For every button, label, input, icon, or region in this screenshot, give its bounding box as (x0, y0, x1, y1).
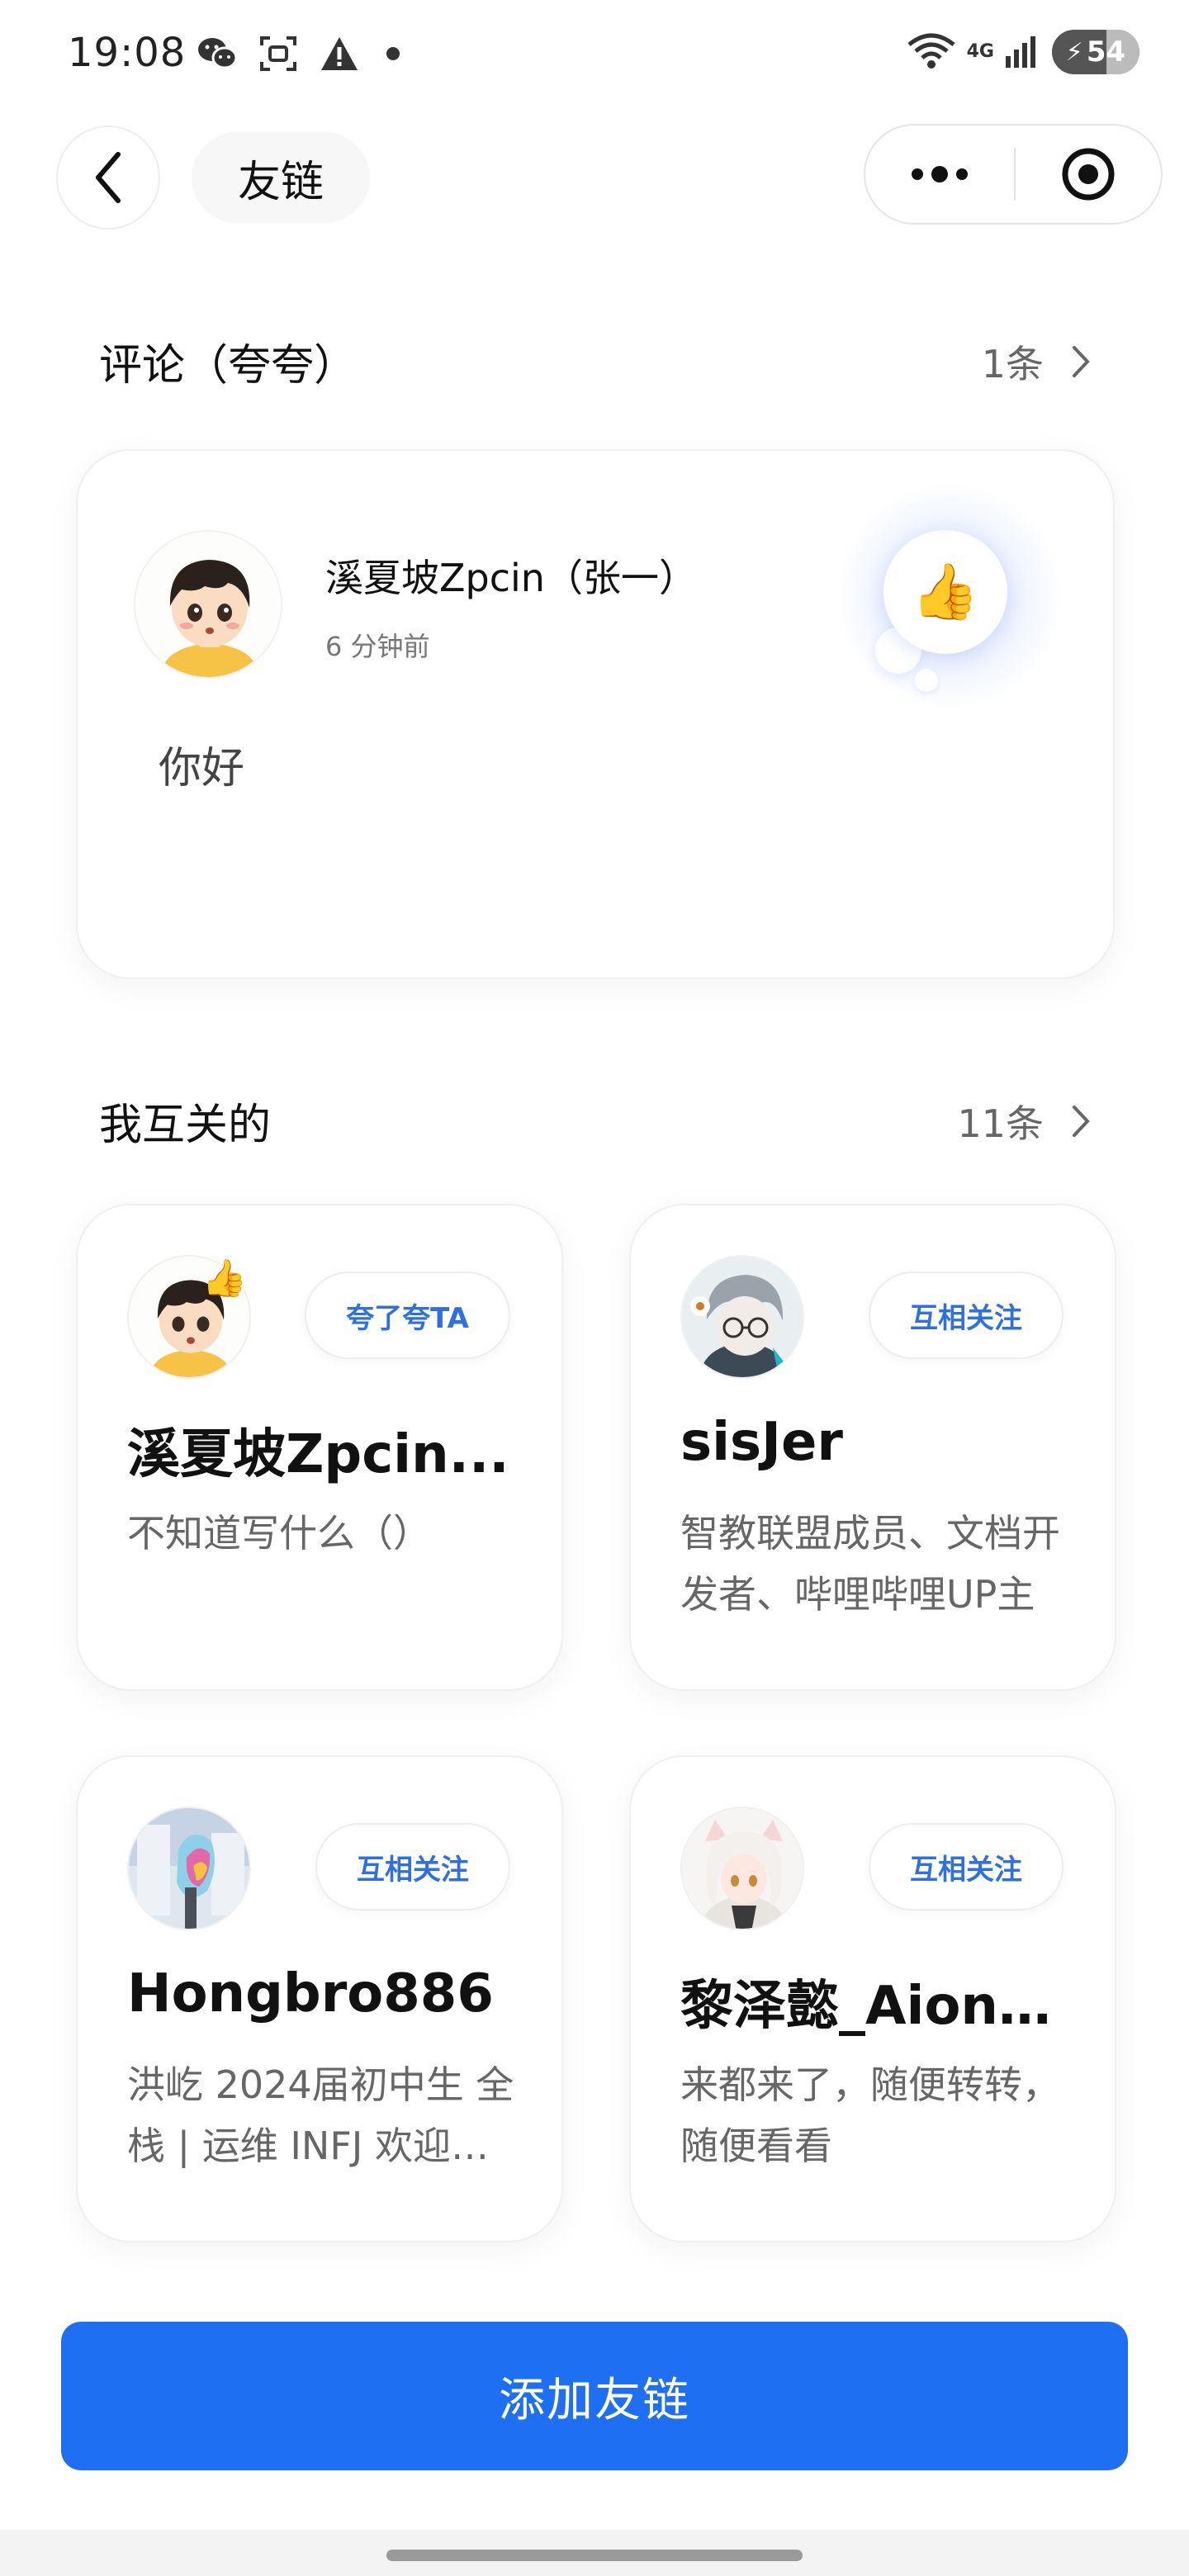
network-type: 4G (966, 41, 994, 62)
chevron-right-icon (1073, 1105, 1090, 1137)
chevron-right-icon (1073, 345, 1090, 377)
friend-description: 来都来了，随便转转，随便看看 (680, 2062, 1060, 2168)
friend-name: 溪夏坡Zpcin... (127, 1424, 509, 1485)
add-link-label: 添加友链 (499, 2373, 690, 2426)
friend-description: 洪屹 2024届初中生 全栈 | 运维 INFJ 欢迎交流 (127, 2062, 514, 2168)
chevron-left-icon (96, 152, 121, 203)
comments-count[interactable]: 1条 (982, 334, 1090, 389)
friend-name: sisJer (680, 1412, 843, 1473)
mutual-section-title: 我互关的 (99, 1101, 272, 1150)
comment-card[interactable]: 溪夏坡Zpcin（张一） 6 分钟前 你好 👍 (76, 449, 1115, 979)
friend-name: 黎泽懿_Aionfl... (680, 1976, 1077, 2037)
status-badge[interactable]: 夸了夸TA (305, 1271, 510, 1359)
friend-card[interactable]: 互相关注 sisJer 智教联盟成员、文档开发者、哔哩哔哩UP主 (629, 1204, 1116, 1691)
friend-name: Hongbro886 (127, 1963, 494, 2024)
mutual-count[interactable]: 11条 (957, 1094, 1090, 1148)
warning-icon (319, 33, 360, 74)
friend-description: 不知道写什么（） (127, 1511, 431, 1556)
scan-icon (258, 33, 299, 74)
friend-description: 智教联盟成员、文档开发者、哔哩哔哩UP主 (680, 1511, 1060, 1617)
home-indicator[interactable] (386, 2550, 803, 2561)
more-button[interactable] (865, 125, 1014, 223)
back-button[interactable] (56, 125, 160, 230)
wifi-icon (906, 31, 957, 73)
page-title-pill: 友链 (192, 132, 371, 223)
comments-section-header[interactable]: 评论（夸夸） 1条 (99, 330, 1090, 392)
battery-icon: ⚡ 54 (1052, 30, 1139, 74)
comment-text: 你好 (159, 744, 245, 793)
dot-icon (386, 47, 400, 60)
signal-icon (1004, 31, 1042, 73)
more-dots-icon (912, 168, 923, 180)
like-bubble[interactable]: 👍 (834, 481, 1065, 712)
avatar[interactable] (680, 1255, 804, 1379)
friend-card[interactable]: 互相关注 Hongbro886 洪屹 2024届初中生 全栈 | 运维 INFJ… (76, 1755, 563, 2242)
status-bar: 19:08 4G ⚡ 54 (0, 0, 1189, 107)
target-close-icon (1062, 148, 1115, 201)
battery-level: 54 (1086, 36, 1126, 69)
status-badge[interactable]: 互相关注 (869, 1823, 1063, 1911)
avatar[interactable] (680, 1807, 804, 1930)
avatar[interactable] (134, 530, 282, 679)
page-title: 友链 (238, 157, 324, 207)
thumbs-up-icon: 👍 (201, 1257, 248, 1300)
comments-section-title: 评论（夸夸） (99, 341, 358, 391)
close-button[interactable] (1016, 125, 1161, 223)
status-icons-left (197, 33, 400, 74)
status-time: 19:08 (68, 30, 187, 76)
comment-author[interactable]: 溪夏坡Zpcin（张一） (325, 548, 697, 603)
friend-card[interactable]: 👍 夸了夸TA 溪夏坡Zpcin... 不知道写什么（） (76, 1204, 563, 1691)
status-badge[interactable]: 互相关注 (315, 1823, 510, 1911)
comment-timestamp: 6 分钟前 (325, 631, 430, 662)
mutual-section-header[interactable]: 我互关的 11条 (99, 1090, 1090, 1152)
status-icons-right: 4G ⚡ 54 (906, 30, 1139, 74)
wechat-icon (197, 33, 238, 74)
mini-program-capsule (864, 124, 1163, 225)
add-link-button[interactable]: 添加友链 (61, 2322, 1128, 2470)
status-badge[interactable]: 互相关注 (869, 1271, 1063, 1359)
avatar[interactable] (127, 1807, 251, 1930)
friend-card[interactable]: 互相关注 黎泽懿_Aionfl... 来都来了，随便转转，随便看看 (629, 1755, 1116, 2242)
thumbs-up-icon: 👍 (883, 530, 1007, 654)
